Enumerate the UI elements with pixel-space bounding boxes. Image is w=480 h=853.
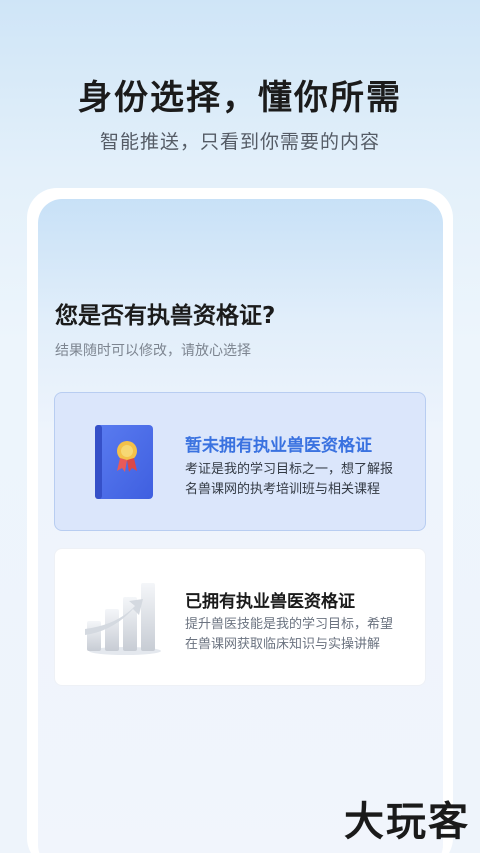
option-title: 暂未拥有执业兽医资格证 [185, 436, 372, 456]
page-title: 身份选择，懂你所需 [78, 78, 402, 118]
question-title: 您是否有执兽资格证? [55, 303, 276, 329]
page-subtitle: 智能推送，只看到你需要的内容 [99, 131, 380, 153]
question-hint: 结果随时可以修改，请放心选择 [55, 343, 251, 359]
option-has-certificate[interactable]: 已拥有执业兽医资格证 提升兽医技能是我的学习目标，希望在兽课网获取临床知识与实操… [54, 548, 426, 686]
option-no-certificate[interactable]: 暂未拥有执业兽医资格证 考证是我的学习目标之一，想了解报名兽课网的执考培训班与相… [54, 392, 426, 531]
option-title: 已拥有执业兽医资格证 [185, 592, 355, 612]
growth-chart-icon [85, 583, 161, 655]
option-desc: 提升兽医技能是我的学习目标，希望在兽课网获取临床知识与实操讲解 [185, 617, 394, 652]
option-desc: 考证是我的学习目标之一，想了解报名兽课网的执考培训班与相关课程 [185, 462, 394, 497]
certificate-book-icon [95, 425, 153, 499]
watermark: 大玩客 [344, 798, 470, 845]
